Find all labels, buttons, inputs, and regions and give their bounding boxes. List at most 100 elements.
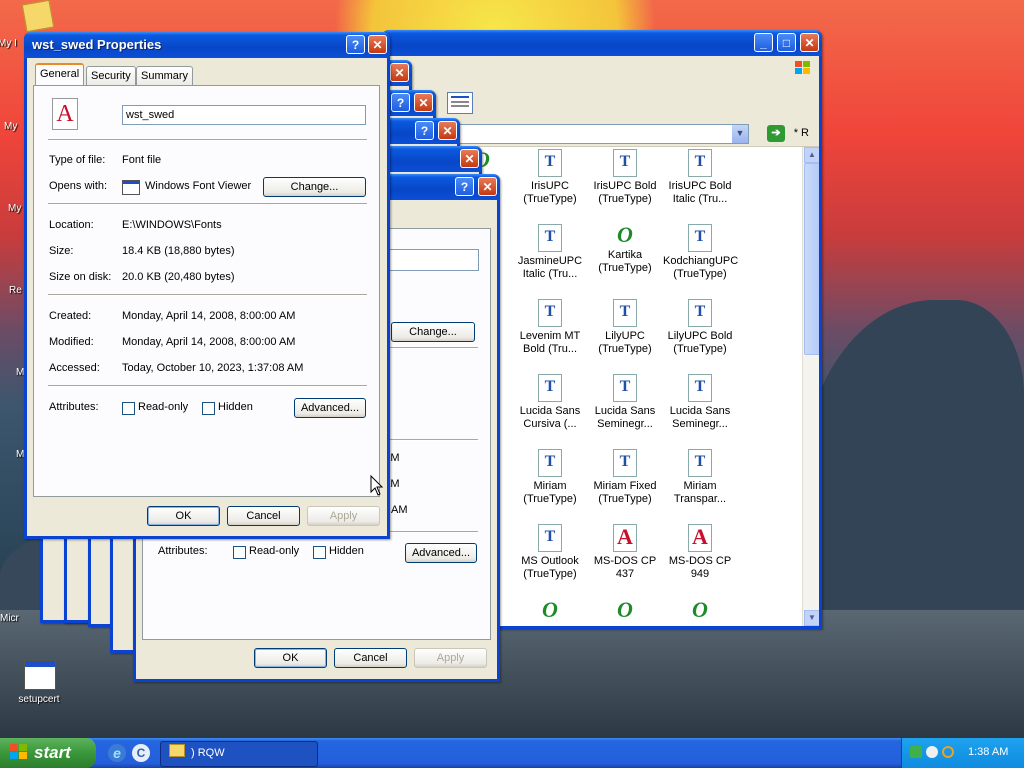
apply-button[interactable]: Apply	[307, 506, 380, 526]
tab-general[interactable]: General	[35, 63, 85, 86]
view-details-icon[interactable]	[447, 92, 473, 114]
font-item-label: Miriam (TrueType)	[523, 480, 577, 505]
font-item[interactable]: T MS Outlook (TrueType)	[513, 524, 587, 581]
type-label: Type of file:	[49, 154, 106, 166]
close-button[interactable]: ✕	[390, 63, 409, 82]
font-item[interactable]: A MS-DOS CP 949	[663, 524, 737, 581]
go-arrow-icon[interactable]: ➔	[767, 125, 785, 142]
start-button[interactable]: start	[0, 738, 96, 768]
attributes-label: Attributes:	[49, 401, 99, 413]
font-item[interactable]: T Miriam Transpar...	[663, 449, 737, 506]
close-button[interactable]: ✕	[460, 149, 479, 168]
font-item[interactable]: T IrisUPC Bold (TrueType)	[588, 149, 662, 206]
close-button[interactable]: ✕	[478, 177, 497, 196]
advanced-button[interactable]: Advanced...	[294, 398, 366, 418]
font-item[interactable]: O	[663, 599, 737, 624]
truetype-font-icon: T	[538, 299, 562, 327]
opentype-font-icon: O	[617, 222, 633, 247]
cancel-button[interactable]: Cancel	[227, 506, 300, 526]
back-advanced-button[interactable]: Advanced...	[405, 543, 477, 563]
close-button[interactable]: ✕	[800, 33, 819, 52]
properties-titlebar[interactable]: wst_swed Properties ? ✕	[24, 32, 390, 58]
close-button[interactable]: ✕	[438, 121, 457, 140]
accessed-label: Accessed:	[49, 362, 100, 374]
search-icon[interactable]	[942, 746, 954, 758]
back-readonly-checkbox[interactable]	[233, 546, 246, 559]
close-button[interactable]: ✕	[368, 35, 387, 54]
font-item[interactable]: T KodchiangUPC (TrueType)	[663, 224, 738, 281]
font-item[interactable]: T LilyUPC (TrueType)	[588, 299, 662, 356]
opentype-font-icon: O	[542, 597, 558, 622]
font-item-label: IrisUPC Bold (TrueType)	[593, 180, 657, 205]
font-item-label: MS Outlook (TrueType)	[521, 555, 579, 580]
desktop-icon-setupcert-label[interactable]: setupcert	[4, 694, 74, 705]
taskbar-item-label: ) RQW	[191, 747, 225, 759]
back-cancel-button[interactable]: Cancel	[334, 648, 407, 668]
font-item[interactable]: A MS-DOS CP 437	[588, 524, 662, 581]
ok-button[interactable]: OK	[147, 506, 220, 526]
help-button[interactable]: ?	[455, 177, 474, 196]
maximize-button[interactable]: □	[777, 33, 796, 52]
desktop-icon-label: Micr	[0, 613, 19, 624]
back-readonly-label[interactable]: Read-only	[249, 545, 299, 557]
quick-launch-icon[interactable]: C	[132, 744, 150, 762]
font-item[interactable]: T JasmineUPC Italic (Tru...	[513, 224, 587, 281]
back-ok-button[interactable]: OK	[254, 648, 327, 668]
scroll-up-icon[interactable]: ▲	[804, 147, 819, 163]
scroll-thumb[interactable]	[804, 163, 819, 355]
font-item[interactable]: O	[513, 599, 587, 624]
size-value: 18.4 KB (18,880 bytes)	[122, 245, 235, 257]
font-viewer-icon	[122, 180, 140, 195]
tab-security[interactable]: Security	[86, 66, 136, 85]
clock[interactable]: 1:38 AM	[968, 746, 1008, 758]
taskbar-item[interactable]: ) RQW	[160, 741, 318, 767]
font-item[interactable]: O	[588, 599, 662, 624]
font-item[interactable]: T LilyUPC Bold (TrueType)	[663, 299, 737, 356]
security-icon[interactable]	[926, 746, 938, 758]
setupcert-icon[interactable]	[24, 660, 56, 690]
readonly-label[interactable]: Read-only	[138, 401, 188, 413]
font-item-label: Kartika (TrueType)	[598, 249, 652, 274]
system-tray: 1:38 AM	[901, 738, 1024, 768]
minimize-button[interactable]: _	[754, 33, 773, 52]
font-item[interactable]: T Miriam Fixed (TrueType)	[588, 449, 662, 506]
vertical-scrollbar[interactable]: ▲ ▼	[802, 147, 819, 626]
font-item-label: Miriam Transpar...	[673, 480, 727, 505]
font-item[interactable]: T Miriam (TrueType)	[513, 449, 587, 506]
folder-icon[interactable]	[21, 0, 55, 33]
font-item[interactable]: T Lucida Sans Cursiva (...	[513, 374, 587, 431]
scroll-down-icon[interactable]: ▼	[804, 610, 819, 626]
general-tab-panel: A wst_swed Type of file: Font file Opens…	[33, 85, 380, 497]
chevron-down-icon[interactable]: ▼	[732, 125, 748, 143]
help-button[interactable]: ?	[415, 121, 434, 140]
readonly-checkbox[interactable]	[122, 402, 135, 415]
back-hidden-label[interactable]: Hidden	[329, 545, 364, 557]
accessed-value: Today, October 10, 2023, 1:37:08 AM	[122, 362, 304, 374]
divider	[48, 139, 367, 141]
filename-input[interactable]: wst_swed	[122, 105, 366, 125]
help-button[interactable]: ?	[346, 35, 365, 54]
font-item[interactable]: T Levenim MT Bold (Tru...	[513, 299, 587, 356]
font-item[interactable]: T Lucida Sans Seminegr...	[588, 374, 662, 431]
close-button[interactable]: ✕	[414, 93, 433, 112]
tab-summary[interactable]: Summary	[136, 66, 194, 85]
help-button[interactable]: ?	[391, 93, 410, 112]
font-item-label: Miriam Fixed (TrueType)	[593, 480, 657, 505]
truetype-font-icon: T	[688, 224, 712, 252]
hidden-label[interactable]: Hidden	[218, 401, 253, 413]
mouse-cursor-icon	[370, 475, 384, 496]
hidden-checkbox[interactable]	[202, 402, 215, 415]
font-item[interactable]: T Lucida Sans Seminegr...	[663, 374, 737, 431]
font-item[interactable]: T IrisUPC Bold Italic (Tru...	[663, 149, 737, 206]
internet-explorer-icon[interactable]: e	[108, 744, 126, 762]
change-button[interactable]: Change...	[263, 177, 366, 197]
font-item[interactable]: T IrisUPC (TrueType)	[513, 149, 587, 206]
back-hidden-checkbox[interactable]	[313, 546, 326, 559]
dialog-title: wst_swed Properties	[32, 37, 162, 52]
address-go-label[interactable]: * R	[794, 127, 809, 139]
explorer-titlebar[interactable]: _ □ ✕	[382, 30, 822, 56]
back-change-button[interactable]: Change...	[391, 322, 475, 342]
font-item[interactable]: O Kartika (TrueType)	[588, 224, 662, 275]
back-apply-button[interactable]: Apply	[414, 648, 487, 668]
network-icon[interactable]	[910, 746, 922, 758]
